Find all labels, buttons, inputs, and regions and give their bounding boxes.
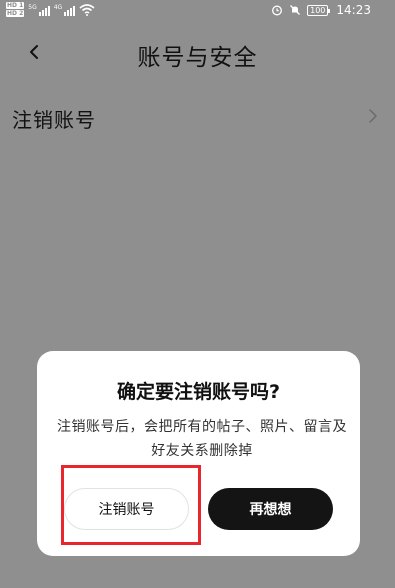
status-bar: HD 1 HD 2 5G 4G 100 14:23 [0, 0, 395, 22]
wifi-icon [79, 3, 95, 16]
settings-item-delete-account[interactable]: 注销账号 [0, 98, 395, 138]
hd2-badge: HD 2 [6, 10, 25, 17]
page-title: 账号与安全 [137, 45, 258, 71]
signal-icon-sim1: 5G [28, 3, 50, 16]
mute-icon [290, 5, 301, 15]
network-type-sim1: 5G [28, 3, 37, 11]
clock: 14:23 [336, 3, 371, 17]
highlight-box [61, 465, 201, 545]
dialog-message: 注销账号后，会把所有的帖子、照片、留言及好友关系删除掉 [57, 419, 347, 459]
cancel-button[interactable]: 再想想 [208, 488, 333, 530]
alarm-icon [272, 5, 283, 16]
settings-item-label: 注销账号 [12, 108, 96, 132]
dialog-title: 确定要注销账号吗? [116, 381, 281, 403]
network-type-sim2: 4G [53, 3, 63, 11]
status-right: 100 14:23 [271, 3, 371, 17]
signal-icon-sim2: 4G [53, 3, 76, 16]
status-left: HD 1 HD 2 5G 4G [6, 2, 95, 17]
chevron-right-icon [369, 109, 377, 123]
hd-indicators: HD 1 HD 2 [6, 2, 25, 17]
battery-icon: 100 [307, 4, 331, 16]
hd1-badge: HD 1 [6, 2, 25, 9]
